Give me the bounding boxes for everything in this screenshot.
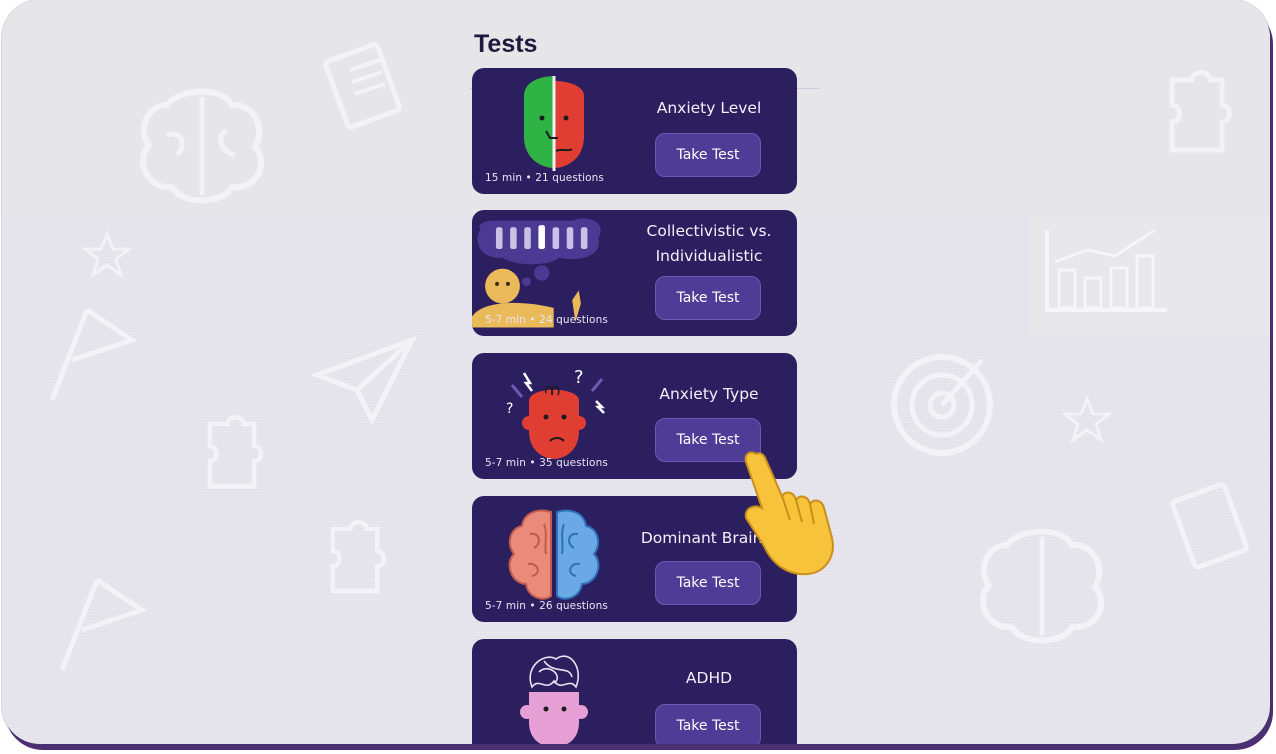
svg-text:?: ? xyxy=(506,401,513,417)
flag-doodle-icon xyxy=(49,307,138,401)
star-doodle-icon xyxy=(1062,395,1112,444)
app-frame: Tests 15 min • 21 questions Anxiety Leve… xyxy=(2,0,1270,744)
paper-plane-doodle-icon xyxy=(312,335,418,425)
test-card-collectivistic[interactable]: 5-7 min • 24 questions Collectivistic vs… xyxy=(472,210,797,336)
worried-face-illustration: ? ? xyxy=(506,367,606,459)
take-test-button[interactable]: Take Test xyxy=(655,276,761,320)
puzzle-doodle-icon xyxy=(207,415,264,489)
card-meta: 5-7 min • 26 questions xyxy=(485,600,608,612)
star-doodle-icon xyxy=(82,230,132,279)
take-test-button[interactable]: Take Test xyxy=(655,133,761,177)
pointing-hand-icon xyxy=(744,451,834,576)
split-face-illustration xyxy=(524,76,584,171)
puzzle-doodle-icon xyxy=(330,520,387,594)
test-card-anxiety-level[interactable]: 15 min • 21 questions Anxiety Level Take… xyxy=(472,68,797,194)
target-doodle-icon xyxy=(891,354,993,456)
tests-screen: Tests 15 min • 21 questions Anxiety Leve… xyxy=(450,0,820,744)
svg-text:?: ? xyxy=(574,367,584,388)
take-test-button[interactable]: Take Test xyxy=(655,704,761,744)
card-title: Anxiety Level xyxy=(656,99,762,117)
brain-doodle-icon xyxy=(140,88,264,204)
page-title: Tests xyxy=(474,30,538,58)
puzzle-doodle-icon xyxy=(1169,70,1232,153)
card-meta: 5-7 min • 24 questions xyxy=(485,314,608,326)
brain-hemispheres-illustration xyxy=(508,509,600,600)
brain-doodle-icon xyxy=(980,528,1104,644)
bar-chart-doodle-icon xyxy=(1045,228,1167,312)
card-title: Anxiety Type xyxy=(659,385,759,403)
document-doodle-icon xyxy=(1170,482,1249,570)
card-meta: 15 min • 21 questions xyxy=(485,172,604,184)
card-title: Collectivistic vs. Individualistic xyxy=(646,222,772,265)
tangled-mind-illustration xyxy=(520,655,588,744)
flag-doodle-icon xyxy=(59,577,148,671)
card-title: ADHD xyxy=(685,669,733,687)
card-meta: 5-7 min • 35 questions xyxy=(485,457,608,469)
document-doodle-icon xyxy=(323,42,402,130)
test-card-adhd[interactable]: ADHD Take Test xyxy=(472,639,797,744)
